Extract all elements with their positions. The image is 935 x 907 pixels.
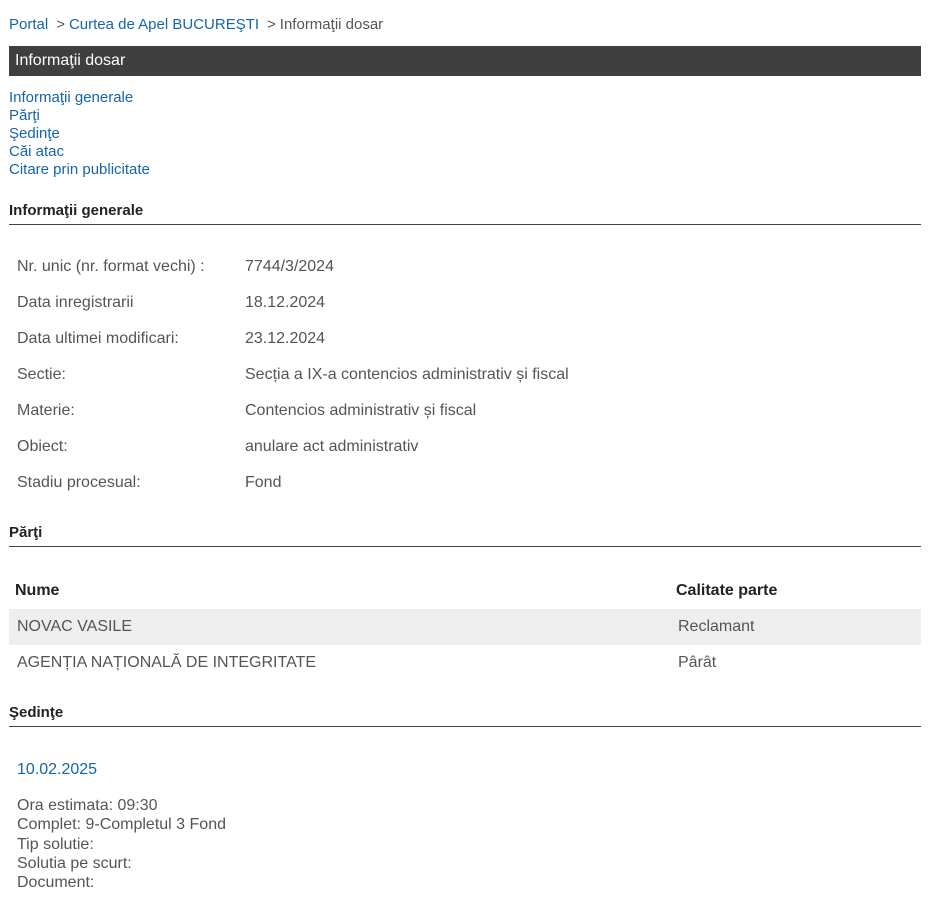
section-heading-sedinte: Şedinţe — [9, 704, 921, 727]
section-navigation: Informaţii generale Părţi Şedinţe Căi at… — [9, 89, 150, 179]
breadcrumb-portal-link[interactable]: Portal — [9, 16, 48, 33]
toc-link-general[interactable]: Informaţii generale — [9, 89, 150, 107]
info-label: Data inregistrarii — [17, 294, 134, 311]
page-title: Informaţii dosar — [15, 52, 126, 69]
toc-link-cai-atac[interactable]: Căi atac — [9, 143, 150, 161]
section-heading-parti: Părţi — [9, 524, 921, 547]
table-header-row: Nume Calitate parte — [9, 572, 921, 609]
info-label: Materie: — [17, 402, 75, 419]
toc-link-parti[interactable]: Părţi — [9, 107, 150, 125]
general-info-table: Nr. unic (nr. format vechi) : 7744/3/2024… — [17, 249, 569, 501]
info-value: Contencios administrativ și fiscal — [245, 402, 477, 419]
info-row: Data ultimei modificari: 23.12.2024 — [17, 321, 569, 357]
info-row: Nr. unic (nr. format vechi) : 7744/3/2024 — [17, 249, 569, 285]
toc-link-sedinte[interactable]: Şedinţe — [9, 125, 150, 143]
column-header-name: Nume — [15, 582, 60, 599]
info-label: Data ultimei modificari: — [17, 330, 179, 347]
hearing-detail: Tip solutie: — [17, 835, 94, 853]
breadcrumb-separator: > — [267, 16, 276, 33]
page-title-bar: Informaţii dosar — [9, 46, 921, 76]
breadcrumb: Portal > Curtea de Apel BUCUREŞTI > Informaţ… — [9, 16, 383, 34]
info-value: 18.12.2024 — [245, 294, 326, 311]
hearing-entry: 10.02.2025 Ora estimata: 09:30 Complet: … — [17, 760, 226, 892]
hearing-date: 10.02.2025 — [17, 761, 98, 778]
info-row: Stadiu procesual: Fond — [17, 465, 569, 501]
hearing-detail: Ora estimata: 09:30 — [17, 797, 158, 814]
info-label: Stadiu procesual: — [17, 474, 141, 491]
hearing-detail: Complet: 9-Completul 3 Fond — [17, 816, 226, 834]
table-row: NOVAC VASILE Reclamant — [9, 609, 921, 645]
breadcrumb-court-link[interactable]: Curtea de Apel BUCUREŞTI — [69, 16, 259, 33]
info-value: 7744/3/2024 — [245, 258, 334, 275]
toc-link-citare[interactable]: Citare prin publicitate — [9, 161, 150, 179]
breadcrumb-separator: > — [56, 16, 65, 33]
party-role: Reclamant — [678, 618, 755, 635]
party-name: AGENȚIA NAȚIONALĂ DE INTEGRITATE — [17, 654, 317, 671]
party-role: Pârât — [678, 654, 717, 671]
info-label: Sectie: — [17, 366, 66, 383]
party-name: NOVAC VASILE — [17, 618, 132, 635]
info-value: 23.12.2024 — [245, 330, 326, 347]
section-heading-general: Informaţii generale — [9, 202, 921, 225]
info-row: Sectie: Secția a IX-a contencios administ… — [17, 357, 569, 393]
info-value: anulare act administrativ — [245, 438, 419, 455]
info-row: Obiect: anulare act administrativ — [17, 429, 569, 465]
info-value: Secția a IX-a contencios administrativ ș… — [245, 366, 569, 383]
info-value: Fond — [245, 474, 282, 491]
info-row: Materie: Contencios administrativ și fisc… — [17, 393, 569, 429]
info-label: Nr. unic (nr. format vechi) : — [17, 258, 205, 275]
info-row: Data inregistrarii 18.12.2024 — [17, 285, 569, 321]
info-label: Obiect: — [17, 438, 68, 455]
table-row: AGENȚIA NAȚIONALĂ DE INTEGRITATE Pârât — [9, 645, 921, 681]
column-header-role: Calitate parte — [676, 582, 778, 599]
hearing-detail: Solutia pe scurt: — [17, 854, 132, 872]
breadcrumb-current: Informaţii dosar — [279, 16, 384, 33]
parti-table: Nume Calitate parte NOVAC VASILE Reclama… — [9, 572, 921, 681]
hearing-detail: Document: — [17, 874, 95, 892]
